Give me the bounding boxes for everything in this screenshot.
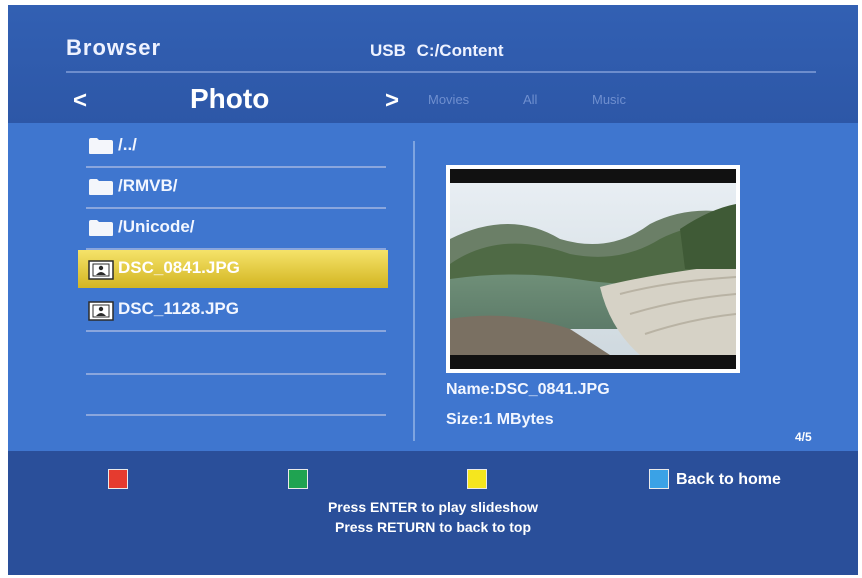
file-name: /../ (118, 135, 137, 154)
content-area: /../ /RMVB/ /Unicode/ DSC_0841.JPG DSC_1… (8, 123, 858, 451)
header-bar: Browser USB C:/Content < Photo > Movies … (8, 5, 858, 123)
photo-preview (450, 169, 737, 369)
category-music[interactable]: Music (592, 92, 626, 107)
photo-preview-frame (446, 165, 740, 373)
list-separator (86, 373, 386, 375)
file-name: DSC_1128.JPG (118, 299, 239, 318)
file-list-item-selected[interactable]: DSC_0841.JPG (78, 250, 388, 288)
app-title: Browser (66, 35, 162, 60)
selected-file-name: Name:DSC_0841.JPG (446, 381, 610, 398)
file-list-item[interactable]: /RMVB/ (78, 168, 388, 209)
back-to-home-label: Back to home (676, 471, 781, 488)
category-all[interactable]: All (523, 92, 537, 107)
folder-icon (89, 138, 113, 154)
page-counter: 4/5 (795, 430, 812, 444)
hint-enter: Press ENTER to play slideshow (327, 499, 539, 515)
file-name: /RMVB/ (118, 176, 178, 195)
green-key-icon[interactable] (288, 469, 308, 489)
landscape-thumbnail (450, 169, 737, 369)
photo-icon (88, 260, 114, 280)
header-divider (66, 71, 816, 73)
photo-icon (88, 301, 114, 321)
folder-icon (89, 220, 113, 236)
file-list-item[interactable]: /../ (78, 127, 388, 168)
file-name: DSC_0841.JPG (118, 258, 240, 277)
folder-icon (89, 179, 113, 195)
source-location: USB C:/Content (370, 41, 510, 61)
category-movies[interactable]: Movies (428, 92, 469, 107)
red-key-icon[interactable] (108, 469, 128, 489)
list-separator (86, 414, 386, 416)
file-list-item[interactable]: /Unicode/ (78, 209, 388, 250)
list-separator (86, 330, 386, 332)
next-category-arrow[interactable]: > (385, 87, 399, 115)
file-list-item[interactable]: DSC_1128.JPG (78, 291, 388, 332)
media-browser-screen: Browser USB C:/Content < Photo > Movies … (8, 5, 858, 575)
selected-file-size: Size:1 MBytes (446, 411, 554, 428)
blue-key-icon[interactable] (649, 469, 669, 489)
yellow-key-icon[interactable] (467, 469, 487, 489)
hint-return: Press RETURN to back to top (334, 519, 532, 535)
source-device: USB (370, 41, 406, 60)
source-path: C:/Content (416, 41, 504, 60)
footer-bar: Back to home Press ENTER to play slidesh… (8, 451, 858, 575)
current-category[interactable]: Photo (190, 83, 269, 115)
panel-divider (413, 141, 415, 441)
prev-category-arrow[interactable]: < (73, 87, 87, 115)
file-name: /Unicode/ (118, 217, 195, 236)
